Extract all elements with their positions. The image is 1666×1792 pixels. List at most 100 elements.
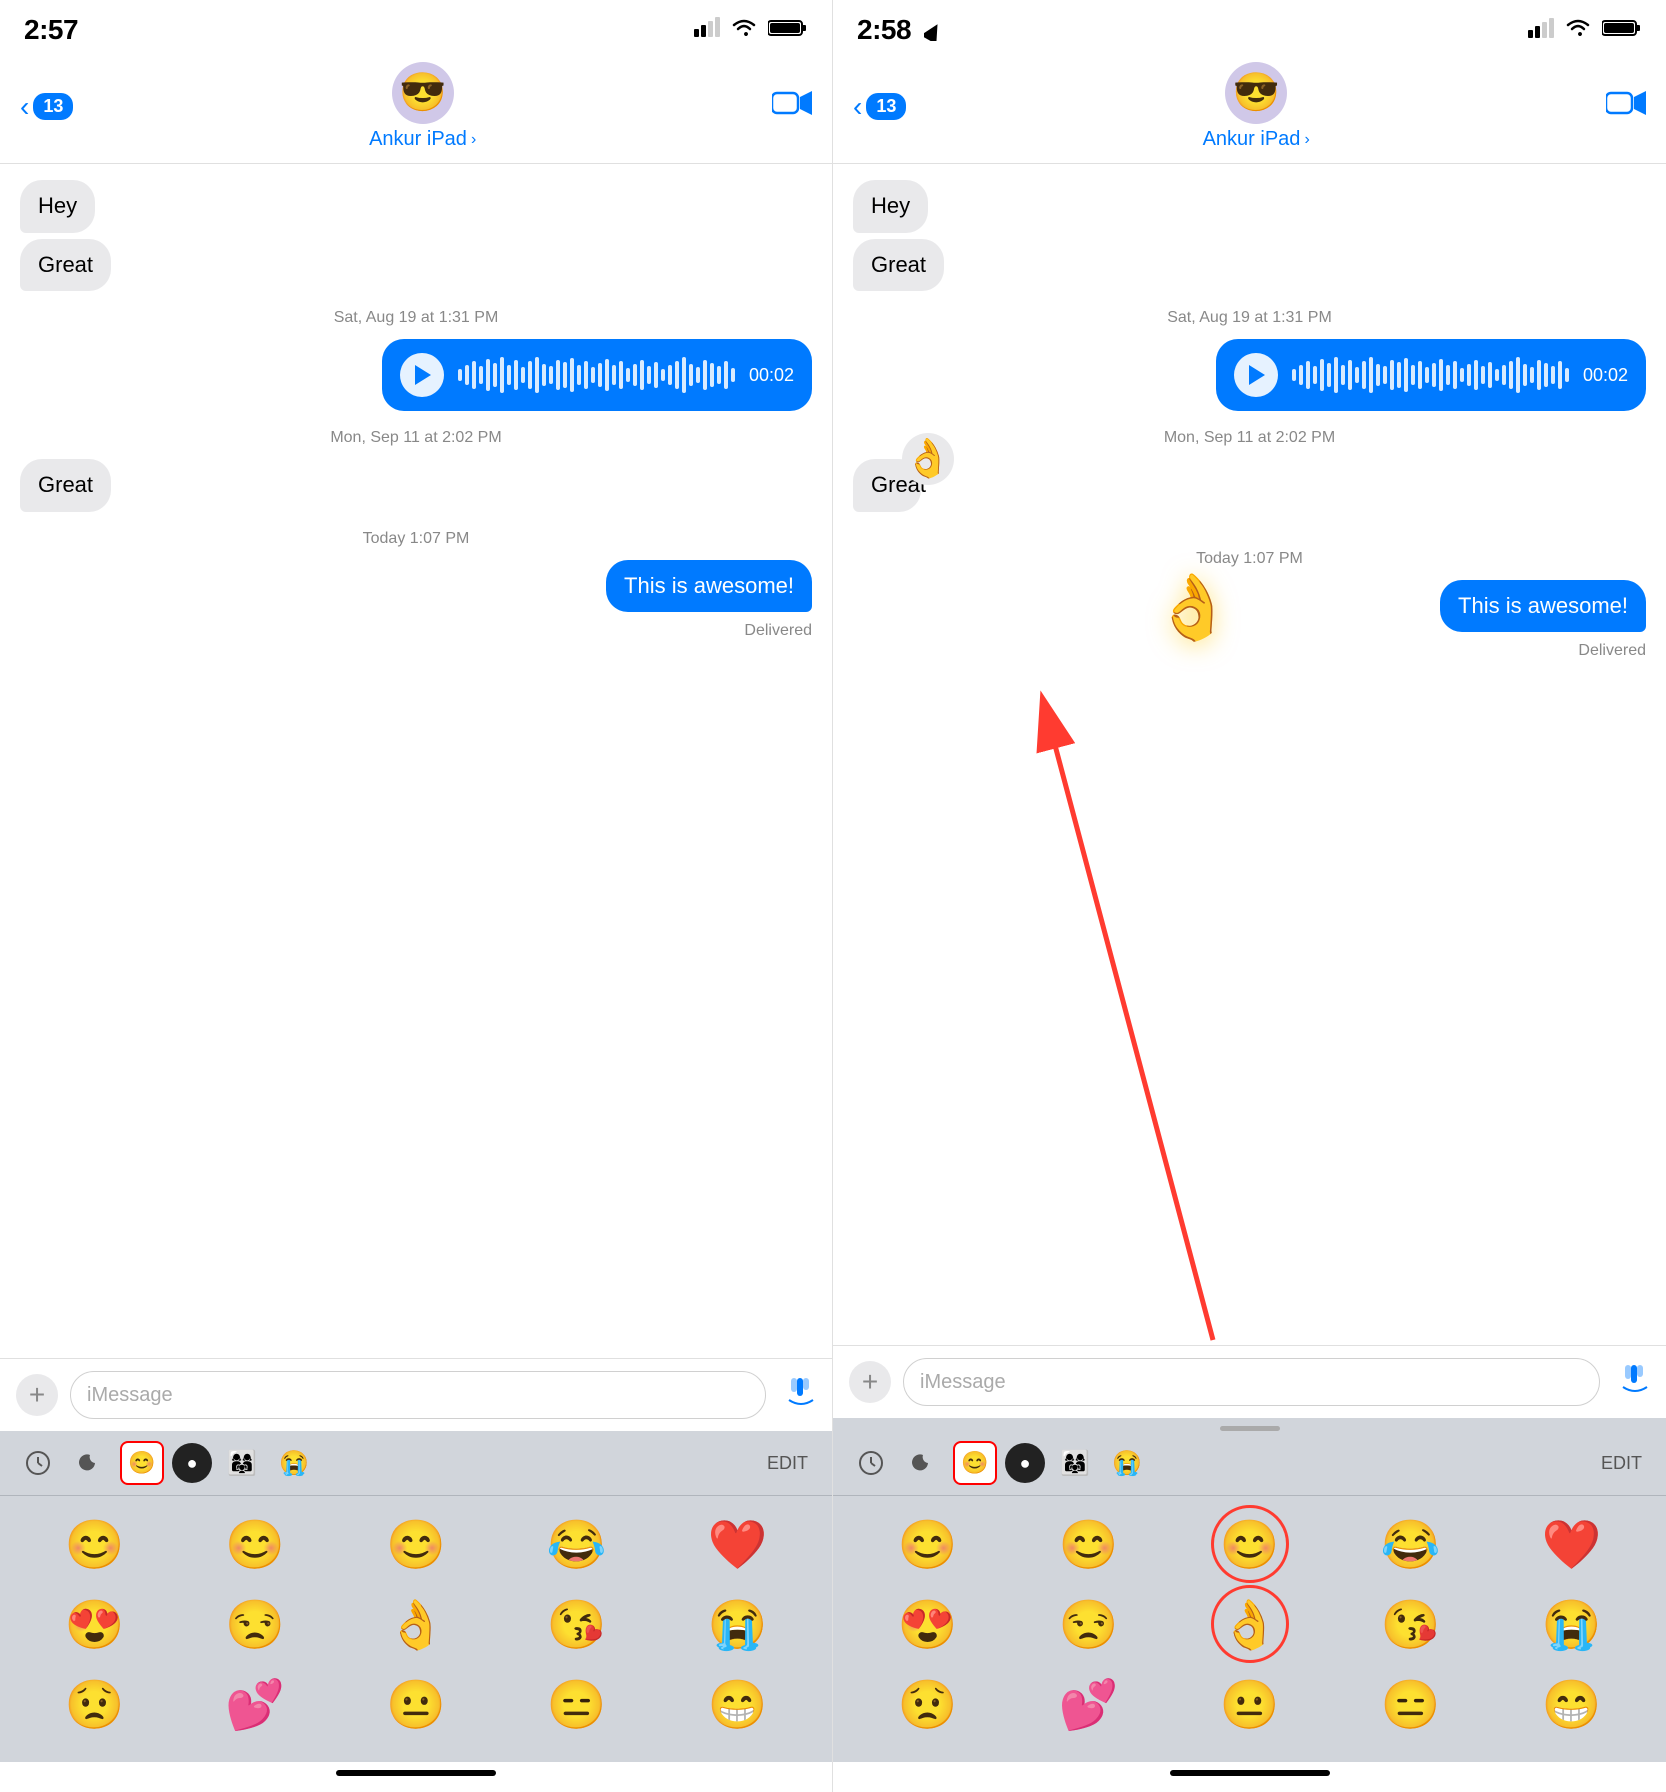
emoji-hearts-right[interactable]: 💕	[1010, 1666, 1167, 1742]
input-bar-left: + iMessage	[0, 1358, 832, 1431]
play-button-right[interactable]	[1234, 353, 1278, 397]
wifi-icon-right	[1564, 18, 1592, 43]
imessage-input-left[interactable]: iMessage	[70, 1371, 766, 1419]
bubble-awesome-left: This is awesome!	[606, 560, 812, 613]
play-button-left[interactable]	[400, 353, 444, 397]
add-button-left[interactable]: +	[16, 1374, 58, 1416]
timestamp1-right: Sat, Aug 19 at 1:31 PM	[853, 309, 1646, 327]
emoji-tab-moon-left[interactable]	[68, 1441, 112, 1485]
emoji-joy-right[interactable]: 😂	[1332, 1506, 1489, 1582]
emoji-tab-colorful-left[interactable]: ●	[172, 1443, 212, 1483]
bubble-great1-left: Great	[20, 239, 111, 292]
emoji-tab-people-left[interactable]: 👩‍👩‍👧	[220, 1441, 264, 1485]
home-bar-right	[833, 1762, 1666, 1792]
timestamp3-left: Today 1:07 PM	[20, 530, 812, 548]
emoji-grin-left[interactable]: 😁	[659, 1666, 816, 1742]
home-indicator-right	[1170, 1770, 1330, 1776]
audio-bubble-right[interactable]: 00:02	[1216, 339, 1646, 411]
emoji-tab-crying-left[interactable]: 😭	[272, 1441, 316, 1485]
emoji-tab-smiley-left[interactable]: 😊	[120, 1441, 164, 1485]
status-time-right: 2:58	[857, 14, 942, 46]
battery-icon-left	[768, 18, 808, 43]
audio-bubble-left[interactable]: 00:02	[382, 339, 812, 411]
add-button-right[interactable]: +	[849, 1361, 891, 1403]
imessage-input-right[interactable]: iMessage	[903, 1358, 1600, 1406]
contact-center-right[interactable]: 😎 Ankur iPad ›	[1203, 62, 1310, 151]
waveform-right	[1292, 357, 1569, 393]
play-triangle-right	[1249, 365, 1265, 385]
home-bar-left	[0, 1762, 832, 1792]
contact-name-left: Ankur iPad ›	[369, 128, 476, 151]
emoji-keyboard-right: 😊 ● 👩‍👩‍👧 😭 EDIT 😊 😊 😊 😂 ❤️ 😍 😒 👌 😘 😭 😟 …	[833, 1418, 1666, 1762]
timestamp2-right: Mon, Sep 11 at 2:02 PM	[853, 429, 1646, 447]
status-bar-left: 2:57	[0, 0, 832, 54]
audio-time-left: 00:02	[749, 365, 794, 386]
emoji-kiss-left[interactable]: 😘	[498, 1586, 655, 1662]
back-badge-left: 13	[33, 93, 73, 120]
timestamp3-right: Today 1:07 PM	[853, 550, 1646, 568]
emoji-ok-right[interactable]: 👌	[1171, 1586, 1328, 1662]
emoji-unamused-left[interactable]: 😒	[177, 1586, 334, 1662]
emoji-tab-smiley-right[interactable]: 😊	[953, 1441, 997, 1485]
messages-area-right: Hey Great Sat, Aug 19 at 1:31 PM 00:02 M…	[833, 164, 1666, 1345]
back-button-right[interactable]: ‹ 13	[853, 91, 906, 123]
emoji-kiss-right[interactable]: 😘	[1332, 1586, 1489, 1662]
home-indicator-left	[336, 1770, 496, 1776]
emoji-smile-left[interactable]: 😊	[177, 1506, 334, 1582]
emoji-smile-right[interactable]: 😊	[1010, 1506, 1167, 1582]
pull-handle-right	[833, 1418, 1666, 1431]
edit-button-left[interactable]: EDIT	[759, 1449, 816, 1478]
mic-icon-right[interactable]	[1620, 1365, 1650, 1400]
play-triangle-left	[415, 365, 431, 385]
emoji-heart-right[interactable]: ❤️	[1493, 1506, 1650, 1582]
emoji-hearts-left[interactable]: 💕	[177, 1666, 334, 1742]
contact-center-left[interactable]: 😎 Ankur iPad ›	[369, 62, 476, 151]
avatar-right: 😎	[1225, 62, 1287, 124]
emoji-tab-moon-right[interactable]	[901, 1441, 945, 1485]
emoji-joy-left[interactable]: 😂	[498, 1506, 655, 1582]
mic-icon-left[interactable]	[786, 1378, 816, 1413]
emoji-tabs-right: 😊 ● 👩‍👩‍👧 😭 EDIT	[833, 1431, 1666, 1496]
emoji-sob-right[interactable]: 😭	[1493, 1586, 1650, 1662]
input-bar-right: + iMessage	[833, 1345, 1666, 1418]
input-placeholder-right: iMessage	[920, 1371, 1006, 1394]
emoji-tab-crying-right[interactable]: 😭	[1105, 1441, 1149, 1485]
bubble-great2-container-right: Great 👌	[853, 459, 944, 512]
emoji-tab-colorful-right[interactable]: ●	[1005, 1443, 1045, 1483]
bubble-great2-left: Great	[20, 459, 111, 512]
emoji-grinning-left[interactable]: 😊	[16, 1506, 173, 1582]
emoji-tab-people-right[interactable]: 👩‍👩‍👧	[1053, 1441, 1097, 1485]
emoji-sob-left[interactable]: 😭	[659, 1586, 816, 1662]
emoji-slightly-left[interactable]: 😊	[338, 1506, 495, 1582]
bubble-great1-right: Great	[853, 239, 944, 292]
edit-button-right[interactable]: EDIT	[1593, 1449, 1650, 1478]
emoji-grin-right[interactable]: 😁	[1493, 1666, 1650, 1742]
video-button-right[interactable]	[1606, 89, 1646, 124]
emoji-anguished-right[interactable]: 😟	[849, 1666, 1006, 1742]
back-badge-right: 13	[866, 93, 906, 120]
emoji-heart-left[interactable]: ❤️	[659, 1506, 816, 1582]
emoji-tab-clock-left[interactable]	[16, 1441, 60, 1485]
emoji-tab-clock-right[interactable]	[849, 1441, 893, 1485]
emoji-neutral-right[interactable]: 😐	[1171, 1666, 1328, 1742]
emoji-grid-right: 😊 😊 😊 😂 ❤️ 😍 😒 👌 😘 😭 😟 💕 😐 😑 😁	[833, 1496, 1666, 1762]
video-button-left[interactable]	[772, 89, 812, 124]
right-panel: 2:58 ‹ 13 😎 Ankur iPad ›	[833, 0, 1666, 1792]
emoji-anguished-left[interactable]: 😟	[16, 1666, 173, 1742]
emoji-grid-left: 😊 😊 😊 😂 ❤️ 😍 😒 👌 😘 😭 😟 💕 😐 😑 😁	[0, 1496, 832, 1762]
contact-name-right: Ankur iPad ›	[1203, 128, 1310, 151]
emoji-grinning-right[interactable]: 😊	[849, 1506, 1006, 1582]
left-panel: 2:57 ‹ 13 😎 Ankur iPad ›	[0, 0, 833, 1792]
emoji-hearteyes-right[interactable]: 😍	[849, 1586, 1006, 1662]
emoji-unamused-right[interactable]: 😒	[1010, 1586, 1167, 1662]
emoji-expressionless-right[interactable]: 😑	[1332, 1666, 1489, 1742]
emoji-ok-left[interactable]: 👌	[338, 1586, 495, 1662]
bubble-awesome-right: This is awesome!	[1440, 580, 1646, 633]
emoji-hearteyes-left[interactable]: 😍	[16, 1586, 173, 1662]
emoji-expressionless-left[interactable]: 😑	[498, 1666, 655, 1742]
back-button-left[interactable]: ‹ 13	[20, 91, 73, 123]
emoji-slightly-right[interactable]: 😊	[1171, 1506, 1328, 1582]
messages-area-left: Hey Great Sat, Aug 19 at 1:31 PM 00:02 M…	[0, 164, 832, 1358]
emoji-neutral-left[interactable]: 😐	[338, 1666, 495, 1742]
audio-time-right: 00:02	[1583, 365, 1628, 386]
